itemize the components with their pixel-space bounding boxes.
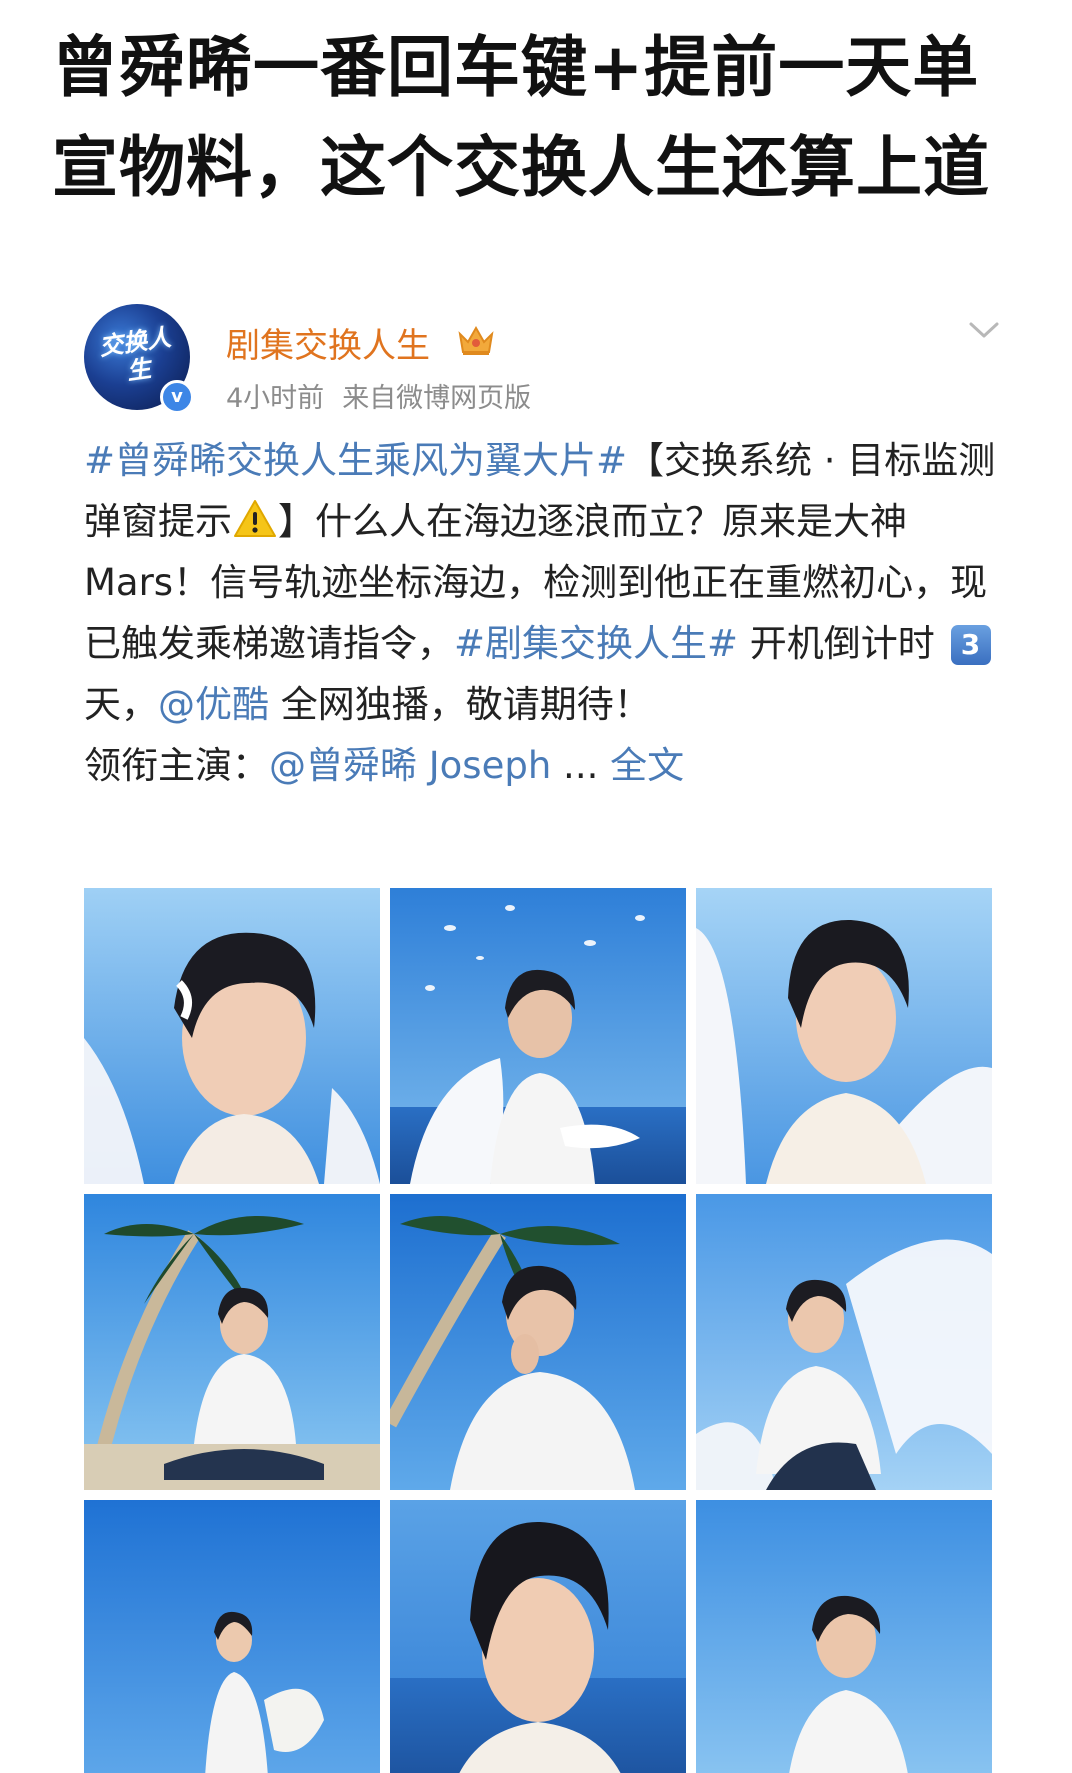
hashtag-link[interactable]: #曾舜晞交换人生乘风为翼大片#: [84, 439, 627, 482]
photo-thumbnail[interactable]: [84, 1194, 380, 1490]
post-text-segment: 全网独播，敬请期待！: [269, 683, 651, 726]
headline-line-1: 曾舜晞一番回车键+提前一天单: [52, 29, 980, 106]
photo-thumbnail[interactable]: [84, 888, 380, 1184]
account-name[interactable]: 剧集交换人生: [226, 318, 430, 367]
avatar-logo-text: 交换人生: [97, 323, 173, 386]
photo-thumbnail[interactable]: [84, 1500, 380, 1773]
headline: 曾舜晞一番回车键+提前一天单 宣物料，这个交换人生还算上道: [0, 18, 1072, 218]
photo-thumbnail[interactable]: [696, 1194, 992, 1490]
post-text-ellipsis: ...: [551, 744, 611, 787]
headline-line-2: 宣物料，这个交换人生还算上道: [52, 129, 990, 206]
verified-icon: v: [160, 380, 194, 414]
post-text-segment: 开机倒计时: [738, 622, 947, 665]
mention-link[interactable]: @优酷: [158, 683, 269, 726]
post-text-segment: 领衔主演：: [84, 744, 269, 787]
crown-icon: [458, 325, 494, 355]
photo-thumbnail[interactable]: [696, 888, 992, 1184]
chevron-down-icon[interactable]: [968, 320, 1000, 340]
post-time: 4小时前: [226, 383, 325, 414]
keycap-number-icon: 3: [950, 625, 991, 665]
mention-link[interactable]: @曾舜晞 Joseph: [269, 744, 551, 787]
photo-thumbnail[interactable]: [696, 1500, 992, 1773]
photo-thumbnail[interactable]: [390, 888, 686, 1184]
post-meta: 4小时前 来自微博网页版: [226, 376, 531, 415]
hashtag-link[interactable]: #剧集交换人生#: [454, 622, 738, 665]
photo-thumbnail[interactable]: [390, 1500, 686, 1773]
warning-icon: [234, 500, 276, 537]
post-text-segment: 天，: [84, 683, 158, 726]
post-source: 来自微博网页版: [342, 383, 532, 414]
full-text-link[interactable]: 全文: [610, 744, 684, 787]
photo-thumbnail[interactable]: [390, 1194, 686, 1490]
post-body: #曾舜晞交换人生乘风为翼大片#【交换系统 · 目标监测弹窗提示 】什么人在海边逐浪…: [84, 430, 1004, 796]
